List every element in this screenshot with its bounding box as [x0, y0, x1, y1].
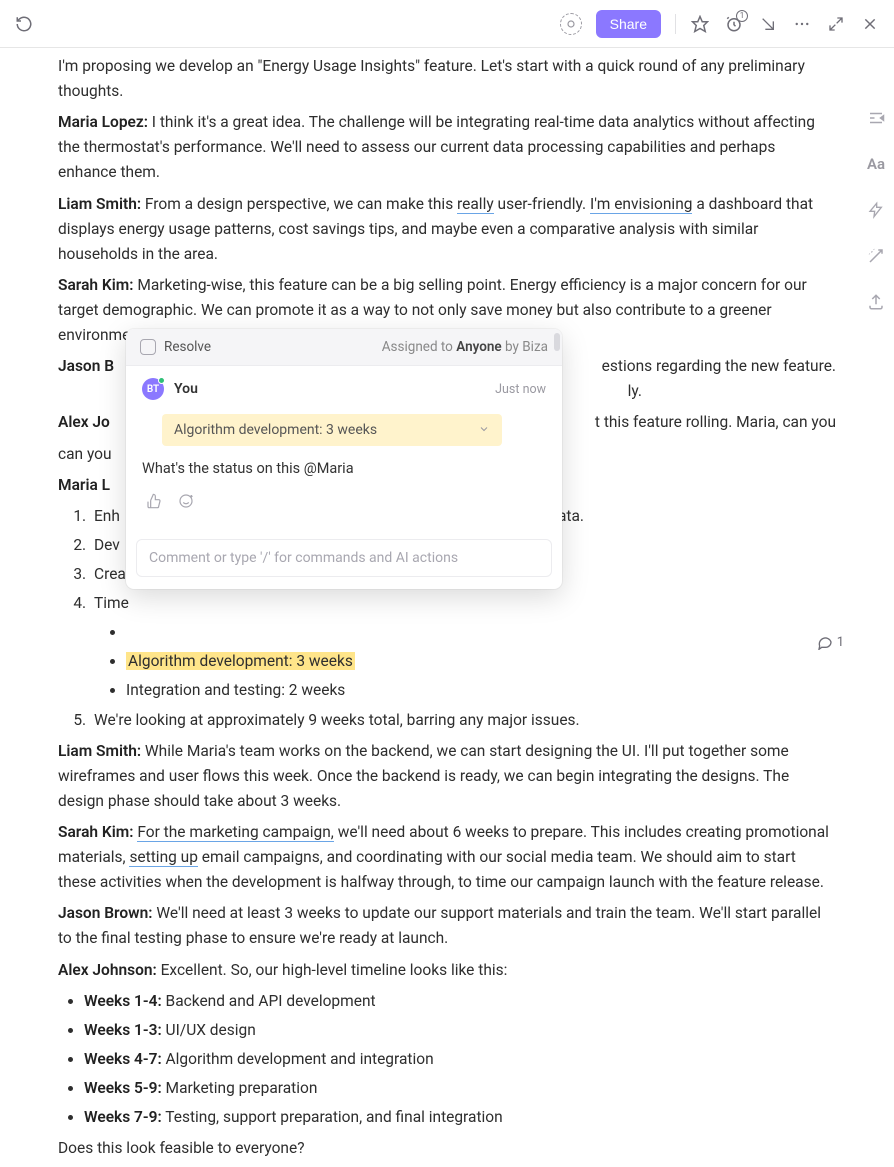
- text: From a design perspective, we can make t…: [141, 195, 457, 213]
- highlighted-text[interactable]: Algorithm development: 3 weeks: [126, 652, 355, 670]
- more-icon[interactable]: [792, 14, 812, 34]
- text: We'll need at least 3 weeks to update ou…: [58, 904, 821, 947]
- text: Excellent. So, our high-level timeline l…: [157, 961, 508, 979]
- topbar: Share 1: [0, 0, 894, 48]
- speaker-label: Sarah Kim:: [58, 823, 133, 841]
- expand-icon[interactable]: [826, 14, 846, 34]
- list-item: Weeks 7-9: Testing, support preparation,…: [84, 1105, 836, 1130]
- avatar: BT: [142, 378, 164, 400]
- text: While Maria's team works on the backend,…: [58, 742, 789, 810]
- like-icon[interactable]: [146, 493, 164, 511]
- excerpt-text: Algorithm development: 3 weeks: [174, 422, 377, 438]
- text: I think it's a great idea. The challenge…: [58, 113, 815, 181]
- popup-header: Resolve Assigned to Anyone by Biza: [126, 329, 562, 366]
- resolve-label: Resolve: [164, 339, 211, 355]
- magic-icon[interactable]: [866, 246, 886, 266]
- timeline-text: Marketing preparation: [162, 1079, 318, 1097]
- comment-text: What's the status on this @Maria: [142, 460, 546, 477]
- list-item: We're looking at approximately 9 weeks t…: [90, 708, 836, 733]
- list-item: Integration and testing: 2 weeks: [126, 678, 836, 703]
- paragraph: Maria Lopez: I think it's a great idea. …: [58, 110, 836, 185]
- list-item: Weeks 5-9: Marketing preparation: [84, 1076, 836, 1101]
- close-icon[interactable]: [860, 14, 880, 34]
- star-icon[interactable]: [690, 14, 710, 34]
- paragraph: Sarah Kim: For the marketing campaign, w…: [58, 820, 836, 895]
- text: user-friendly.: [494, 195, 590, 213]
- excerpt-chip[interactable]: Algorithm development: 3 weeks: [162, 414, 502, 446]
- comment-author-row: BT You Just now: [142, 378, 546, 400]
- timeline-text: Testing, support preparation, and final …: [162, 1108, 503, 1126]
- speaker-label: Alex Johnson:: [58, 961, 157, 979]
- emoji-icon[interactable]: [178, 493, 196, 511]
- comment-count-indicator[interactable]: 1: [817, 634, 844, 650]
- speaker-label: Jason Brown:: [58, 904, 153, 922]
- indent-icon[interactable]: [866, 108, 886, 128]
- speaker-label: Maria L: [58, 476, 110, 494]
- speaker-label: Alex Jo: [58, 413, 110, 431]
- text: ly.: [628, 382, 642, 400]
- underlined-text: really: [457, 195, 494, 214]
- timeline-label: Weeks 7-9:: [84, 1108, 162, 1126]
- topbar-left: [14, 14, 34, 34]
- upload-icon[interactable]: [866, 292, 886, 312]
- speaker-label: Sarah Kim:: [58, 276, 133, 294]
- timeline-list: Weeks 1-4: Backend and API developmentWe…: [58, 989, 836, 1131]
- popup-scrollbar[interactable]: [554, 333, 560, 585]
- history-icon[interactable]: [14, 14, 34, 34]
- side-panel: Aa: [858, 108, 894, 312]
- divider: [675, 14, 676, 34]
- list-item: [126, 620, 836, 645]
- typography-icon[interactable]: Aa: [866, 154, 886, 174]
- comment-count-value: 1: [837, 635, 844, 650]
- text: t this feature rolling. Maria, can you: [595, 410, 836, 435]
- paragraph: Liam Smith: While Maria's team works on …: [58, 739, 836, 814]
- text: estions regarding the new feature.: [602, 354, 836, 379]
- speaker-label: Maria Lopez:: [58, 113, 148, 131]
- underlined-text: For the marketing campaign,: [137, 823, 334, 842]
- popup-body: BT You Just now Algorithm development: 3…: [126, 366, 562, 531]
- reply-input[interactable]: Comment or type '/' for commands and AI …: [136, 539, 552, 577]
- resolve-control[interactable]: Resolve: [140, 339, 211, 355]
- presence-indicator: [158, 377, 165, 384]
- timeline-label: Weeks 5-9:: [84, 1079, 162, 1097]
- underlined-text: setting up: [129, 848, 198, 867]
- speaker-label: Liam Smith:: [58, 742, 141, 760]
- sub-list: Algorithm development: 3 weeks Integrati…: [94, 620, 836, 703]
- comment-popup: Resolve Assigned to Anyone by Biza BT Yo…: [126, 329, 562, 589]
- paragraph: Liam Smith: From a design perspective, w…: [58, 192, 836, 267]
- download-icon[interactable]: [758, 14, 778, 34]
- timeline-text: Backend and API development: [162, 992, 376, 1010]
- record-icon[interactable]: [560, 13, 582, 35]
- paragraph: Alex Johnson: Excellent. So, our high-le…: [58, 958, 836, 983]
- paragraph: I'm proposing we develop an "Energy Usag…: [58, 54, 836, 104]
- list-item: Weeks 4-7: Algorithm development and int…: [84, 1047, 836, 1072]
- share-button[interactable]: Share: [596, 10, 661, 38]
- speaker-label: Jason B: [58, 357, 114, 375]
- comment-icon: [817, 634, 833, 650]
- timeline-label: Weeks 1-4:: [84, 992, 162, 1010]
- paragraph: Does this look feasible to everyone?: [58, 1136, 836, 1161]
- list-item: Algorithm development: 3 weeks: [126, 649, 836, 674]
- speaker-label: Liam Smith:: [58, 195, 141, 213]
- reminder-icon[interactable]: 1: [724, 14, 744, 34]
- topbar-right: Share 1: [560, 10, 880, 38]
- paragraph: Jason Brown: We'll need at least 3 weeks…: [58, 901, 836, 951]
- list-item: Time Algorithm development: 3 weeks Inte…: [90, 591, 836, 703]
- author-name: You: [174, 381, 198, 397]
- list-item: Weeks 1-3: UI/UX design: [84, 1018, 836, 1043]
- timeline-label: Weeks 1-3:: [84, 1021, 162, 1039]
- resolve-checkbox[interactable]: [140, 339, 156, 355]
- document-body: I'm proposing we develop an "Energy Usag…: [0, 54, 894, 1161]
- lightning-icon[interactable]: [866, 200, 886, 220]
- reminder-badge: 1: [736, 10, 748, 22]
- reactions-row: [142, 493, 546, 523]
- timeline-label: Weeks 4-7:: [84, 1050, 162, 1068]
- list-item: Weeks 1-4: Backend and API development: [84, 989, 836, 1014]
- timeline-text: UI/UX design: [162, 1021, 256, 1039]
- underlined-text: I'm envisioning: [590, 195, 692, 214]
- assigned-to[interactable]: Assigned to Anyone by Biza: [382, 339, 548, 355]
- comment-time: Just now: [495, 382, 546, 397]
- chevron-down-icon[interactable]: [478, 423, 490, 438]
- timeline-text: Algorithm development and integration: [162, 1050, 434, 1068]
